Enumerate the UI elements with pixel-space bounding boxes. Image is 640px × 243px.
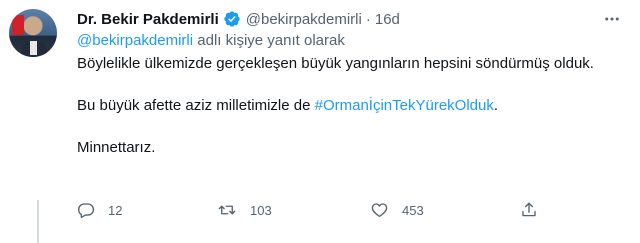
action-bar: 12 103 453 bbox=[77, 198, 557, 222]
retweet-icon bbox=[217, 201, 237, 219]
tweet-body: Böylelikle ülkemizde gerçekleşen büyük y… bbox=[77, 53, 617, 158]
reply-count: 12 bbox=[108, 202, 123, 218]
reply-button[interactable]: 12 bbox=[77, 201, 122, 219]
reply-icon bbox=[77, 201, 95, 219]
verified-badge-icon bbox=[223, 10, 241, 28]
timestamp[interactable]: 16d bbox=[375, 11, 400, 28]
retweet-button[interactable]: 103 bbox=[217, 201, 272, 219]
heart-icon bbox=[370, 201, 389, 219]
reply-to-line: @bekirpakdemirli adlı kişiye yanıt olara… bbox=[77, 32, 345, 49]
tweet-header: Dr. Bekir Pakdemirli @bekirpakdemirli · … bbox=[77, 9, 626, 29]
tweet-text-line2: Bu büyük afette aziz milletimizle de #Or… bbox=[77, 95, 617, 116]
separator-dot: · bbox=[365, 10, 371, 28]
share-button[interactable] bbox=[520, 201, 538, 219]
tweet-text-line1: Böylelikle ülkemizde gerçekleşen büyük y… bbox=[77, 55, 594, 72]
more-dots-icon[interactable] bbox=[602, 9, 622, 29]
avatar[interactable] bbox=[9, 9, 57, 57]
author-handle[interactable]: @bekirpakdemirli bbox=[246, 11, 362, 28]
hashtag-link[interactable]: #OrmanİçinTekYürekOlduk bbox=[315, 97, 494, 114]
tweet-text-line3: Minnettarız. bbox=[77, 139, 156, 156]
share-icon bbox=[520, 201, 538, 219]
flag-shape bbox=[12, 15, 24, 35]
reply-to-text: adlı kişiye yanıt olarak bbox=[193, 32, 345, 49]
like-button[interactable]: 453 bbox=[370, 201, 424, 219]
author-name[interactable]: Dr. Bekir Pakdemirli bbox=[77, 11, 219, 28]
tweet-text-line2-prefix: Bu büyük afette aziz milletimizle de bbox=[77, 97, 315, 114]
shirt-shape bbox=[30, 41, 37, 55]
tweet-text-line2-suffix: . bbox=[493, 97, 499, 114]
like-count: 453 bbox=[402, 202, 424, 218]
thread-line bbox=[37, 200, 39, 243]
reply-to-mention[interactable]: @bekirpakdemirli bbox=[77, 32, 193, 49]
retweet-count: 103 bbox=[250, 202, 272, 218]
